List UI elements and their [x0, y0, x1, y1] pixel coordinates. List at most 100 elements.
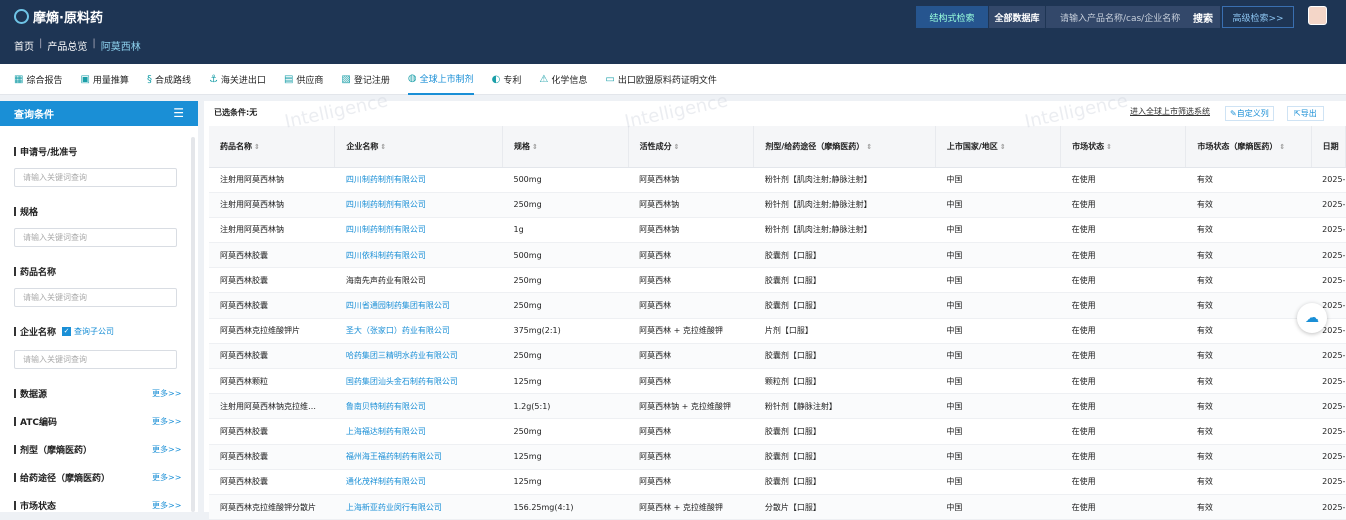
- table-cell: 2025-: [1311, 469, 1346, 495]
- tab-usage[interactable]: ▣ 用量推算: [80, 64, 128, 95]
- column-header[interactable]: 上市国家/地区 ⇕: [935, 126, 1062, 168]
- company-link[interactable]: 四川制药制剂有限公司: [334, 217, 503, 244]
- table-cell: 在使用: [1060, 318, 1186, 344]
- export-button[interactable]: ⇱ 导出: [1287, 106, 1324, 121]
- subsidiary-checkbox[interactable]: ✓ 查询子公司: [62, 326, 114, 337]
- tab-supplier[interactable]: ▤ 供应商: [284, 64, 323, 95]
- custom-columns-button[interactable]: ✎ 自定义列: [1225, 106, 1274, 121]
- company-link[interactable]: 上海福达制药有限公司: [334, 418, 503, 445]
- filter-system-link[interactable]: 进入全球上市筛选系统: [1130, 106, 1210, 117]
- global-search-input[interactable]: 请输入产品名称/cas/企业名称: [1046, 6, 1186, 28]
- table-row[interactable]: 阿莫西林胶囊 海南先声药业有限公司 250mg 阿莫西林 胶囊剂【口服】 中国 在使用 有效 2…: [209, 267, 1346, 294]
- company-input[interactable]: 请输入关键词查询: [14, 350, 177, 369]
- tab-chemical[interactable]: ⚠ 化学信息: [539, 64, 587, 95]
- column-header[interactable]: 市场状态（摩熵医药） ⇕: [1185, 126, 1312, 168]
- table-cell: 在使用: [1060, 267, 1186, 294]
- sort-icon[interactable]: ⇕: [532, 143, 538, 151]
- sort-icon[interactable]: ⇕: [1279, 143, 1285, 151]
- company-link[interactable]: 国药集团汕头金石制药有限公司: [334, 368, 503, 395]
- breadcrumb-home[interactable]: 首页: [14, 38, 34, 53]
- table-cell: 375mg(2:1): [502, 318, 629, 344]
- company-link[interactable]: 四川制药制剂有限公司: [334, 167, 503, 193]
- menu-icon[interactable]: ☰: [173, 106, 184, 120]
- column-header[interactable]: 市场状态 ⇕: [1060, 126, 1187, 168]
- company-link[interactable]: 哈药集团三精明水药业有限公司: [334, 343, 503, 370]
- table-row[interactable]: 阿莫西林胶囊 上海福达制药有限公司 250mg 阿莫西林 胶囊剂【口服】 中国 在使用 有效 2…: [209, 418, 1346, 445]
- company-link[interactable]: 四川省通园制药集团有限公司: [334, 292, 503, 319]
- atc-more-link[interactable]: 更多>>: [152, 416, 181, 427]
- table-row[interactable]: 阿莫西林胶囊 四川省通园制药集团有限公司 250mg 阿莫西林 胶囊剂【口服】 中国 在使用…: [209, 292, 1346, 319]
- app-logo[interactable]: 摩熵·原料药: [14, 7, 103, 26]
- table-row[interactable]: 注射用阿莫西林钠 四川制药制剂有限公司 500mg 阿莫西林钠 粉针剂【肌肉注射;静脉注…: [209, 167, 1346, 193]
- tab-customs[interactable]: ⚓ 海关进出口: [209, 64, 266, 95]
- route-more-link[interactable]: 更多>>: [152, 472, 181, 483]
- sort-icon[interactable]: ⇕: [254, 143, 260, 151]
- spec-input[interactable]: 请输入关键词查询: [14, 228, 177, 247]
- table-row[interactable]: 阿莫西林胶囊 福州海王福药制药有限公司 125mg 阿莫西林 胶囊剂【口服】 中国 在使用有…: [209, 444, 1346, 470]
- approval-no-input[interactable]: 请输入关键词查询: [14, 168, 177, 187]
- database-scope-select[interactable]: 全部数据库: [989, 6, 1045, 28]
- table-cell: 在使用: [1060, 242, 1186, 269]
- avatar[interactable]: [1308, 6, 1327, 25]
- tab-eu-export[interactable]: ▭ 出口欧盟原料药证明文件: [605, 64, 716, 95]
- filter-approval-no: 申请号/批准号: [14, 145, 77, 158]
- table-cell: 胶囊剂【口服】: [753, 418, 936, 445]
- table-cell: 中国: [935, 167, 1061, 193]
- table-cell: 156.25mg(4:1): [502, 494, 629, 520]
- company-link[interactable]: 四川依科制药有限公司: [334, 242, 503, 269]
- table-row[interactable]: 阿莫西林胶囊 通化茂祥制药有限公司 125mg 阿莫西林 胶囊剂【口服】 中国 在使用 有效 2…: [209, 469, 1346, 495]
- search-button[interactable]: 搜索: [1186, 6, 1220, 28]
- tab-registration[interactable]: ▧ 登记注册: [341, 64, 389, 95]
- company-link[interactable]: 圣大（张家口）药业有限公司: [334, 318, 503, 344]
- column-header[interactable]: 日期: [1311, 126, 1346, 168]
- sidebar-scrollbar[interactable]: [191, 137, 195, 512]
- sort-icon[interactable]: ⇕: [1106, 143, 1112, 151]
- table-row[interactable]: 注射用阿莫西林钠克拉维… 鲁南贝特制药有限公司 1.2g(5:1) 阿莫西林钠 + 克…: [209, 393, 1346, 420]
- table-cell: 阿莫西林胶囊: [209, 444, 335, 470]
- tab-report[interactable]: ▦ 综合报告: [14, 64, 62, 95]
- table-cell: 2025-: [1311, 418, 1346, 445]
- source-more-link[interactable]: 更多>>: [152, 388, 181, 399]
- sort-icon[interactable]: ⇕: [1000, 143, 1006, 151]
- table-cell: 有效: [1185, 368, 1312, 395]
- advanced-search-button[interactable]: 高级检索>>: [1222, 6, 1294, 28]
- tab-global-listed[interactable]: ◍ 全球上市制剂: [407, 64, 474, 95]
- table-cell: 阿莫西林: [628, 469, 754, 495]
- table-row[interactable]: 阿莫西林胶囊 哈药集团三精明水药业有限公司 250mg 阿莫西林 胶囊剂【口服】 中国 在使…: [209, 343, 1346, 370]
- company-link[interactable]: 鲁南贝特制药有限公司: [334, 393, 503, 420]
- table-row[interactable]: 阿莫西林胶囊 四川依科制药有限公司 500mg 阿莫西林 胶囊剂【口服】 中国 在使用 有效 2…: [209, 242, 1346, 269]
- column-header[interactable]: 剂型/给药途径（摩熵医药） ⇕: [753, 126, 936, 168]
- table-row[interactable]: 注射用阿莫西林钠 四川制药制剂有限公司 250mg 阿莫西林钠 粉针剂【肌肉注射;静脉注…: [209, 192, 1346, 218]
- table-cell: 2025-: [1311, 393, 1346, 420]
- company-link[interactable]: 福州海王福药制药有限公司: [334, 444, 503, 470]
- usage-icon: ▣: [80, 73, 90, 85]
- filter-market-status: 市场状态: [14, 499, 56, 512]
- drug-name-input[interactable]: 请输入关键词查询: [14, 288, 177, 307]
- column-header[interactable]: 规格 ⇕: [502, 126, 629, 168]
- sidebar-header: 查询条件 ☰: [0, 101, 198, 126]
- tab-synthesis[interactable]: § 合成路线: [147, 64, 191, 95]
- company-link[interactable]: 通化茂祥制药有限公司: [334, 469, 503, 495]
- table-row[interactable]: 阿莫西林克拉维酸钾分散片 上海新亚药业闵行有限公司 156.25mg(4:1) 阿莫西…: [209, 494, 1346, 520]
- breadcrumb-overview[interactable]: 产品总览: [47, 38, 87, 53]
- sort-icon[interactable]: ⇕: [380, 143, 386, 151]
- table-row[interactable]: 阿莫西林颗粒 国药集团汕头金石制药有限公司 125mg 阿莫西林 颗粒剂【口服】 中国 在使…: [209, 368, 1346, 395]
- column-header[interactable]: 药品名称 ⇕: [209, 126, 336, 168]
- dosage-more-link[interactable]: 更多>>: [152, 444, 181, 455]
- cloud-upload-icon[interactable]: ☁: [1297, 303, 1327, 333]
- sort-icon[interactable]: ⇕: [674, 143, 680, 151]
- column-header[interactable]: 企业名称 ⇕: [334, 126, 503, 168]
- sort-icon[interactable]: ⇕: [866, 143, 872, 151]
- company-link[interactable]: 四川制药制剂有限公司: [334, 192, 503, 218]
- table-row[interactable]: 注射用阿莫西林钠 四川制药制剂有限公司 1g 阿莫西林钠 粉针剂【肌肉注射;静脉注射】中…: [209, 217, 1346, 244]
- market-more-link[interactable]: 更多>>: [152, 500, 181, 511]
- table-cell: 在使用: [1060, 292, 1186, 319]
- tab-patent[interactable]: ◐ 专利: [492, 64, 522, 95]
- structure-search-button[interactable]: 结构式检索: [916, 6, 988, 28]
- table-cell: 有效: [1185, 217, 1312, 244]
- column-header[interactable]: 活性成分 ⇕: [628, 126, 755, 168]
- company-link[interactable]: 上海新亚药业闵行有限公司: [334, 494, 503, 520]
- company-link[interactable]: 海南先声药业有限公司: [334, 267, 503, 294]
- table-cell: 在使用: [1060, 368, 1186, 395]
- table-row[interactable]: 阿莫西林克拉维酸钾片 圣大（张家口）药业有限公司 375mg(2:1) 阿莫西林 + …: [209, 318, 1346, 344]
